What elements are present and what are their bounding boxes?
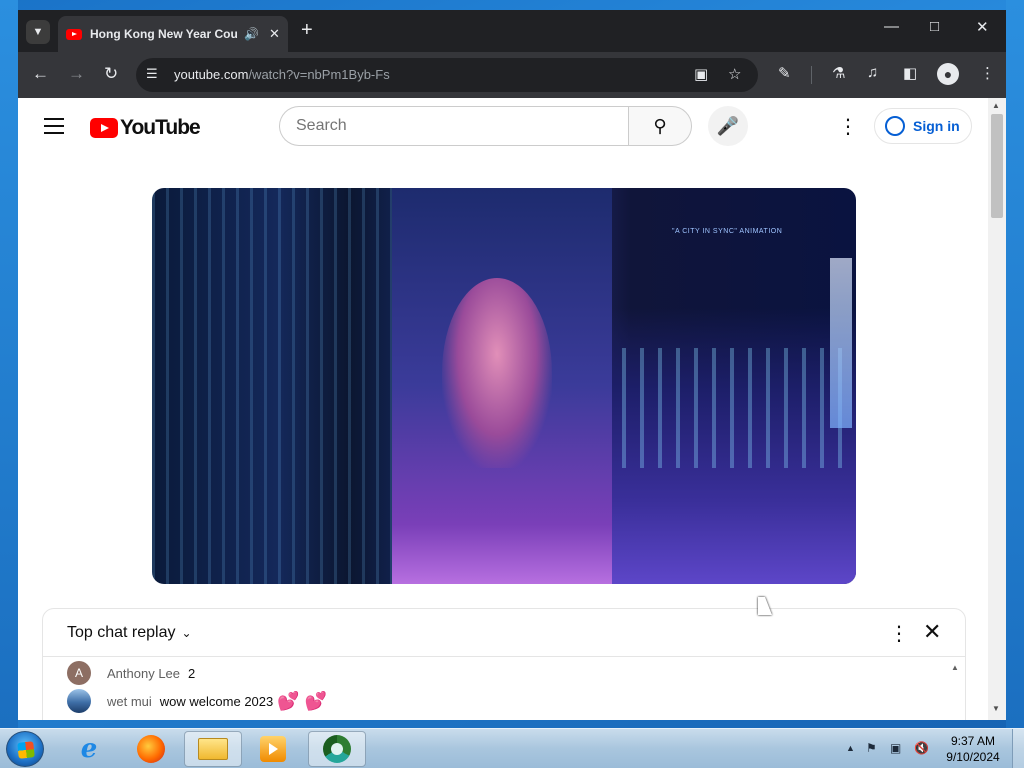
chat-author[interactable]: Anthony Lee [107, 666, 180, 681]
desktop-background-right [1006, 0, 1024, 728]
chat-avatar: A [67, 661, 91, 685]
bookmark-star-icon[interactable]: ☆ [728, 65, 741, 83]
clock-time: 9:37 AM [950, 734, 996, 748]
speaker-icon[interactable]: 🔊 [244, 27, 259, 41]
profile-avatar-icon[interactable]: ● [937, 63, 959, 85]
browser-window: ▼ Hong Kong New Year Coun 🔊 ✕ + — □ ✕ ← … [18, 10, 1006, 720]
file-explorer-icon[interactable] [184, 731, 242, 767]
window-close-icon[interactable]: ✕ [976, 18, 989, 36]
action-center-flag-icon[interactable]: ⚑ [866, 741, 877, 755]
video-frame-lights [622, 348, 852, 468]
video-frame-performer [442, 278, 552, 468]
chrome-taskbar-icon[interactable] [308, 731, 366, 767]
chat-close-icon[interactable]: ✕ [923, 619, 941, 645]
chat-avatar [67, 689, 91, 713]
minimize-icon[interactable]: — [884, 18, 899, 35]
youtube-favicon-icon [66, 28, 82, 40]
scroll-thumb[interactable] [991, 114, 1003, 218]
video-frame-buildings [152, 188, 392, 584]
video-player[interactable]: "A CITY IN SYNC" ANIMATION [152, 188, 856, 584]
chat-message: wet mui wow welcome 2023 💕 💕 [67, 689, 327, 713]
clock-date: 9/10/2024 [946, 750, 1000, 764]
desktop-background-left [0, 0, 18, 728]
tab-search-chevron-icon[interactable]: ▼ [26, 20, 50, 44]
chat-text: 2 [188, 665, 196, 681]
toolbar-separator [811, 66, 812, 84]
youtube-page: YouTube ⚲ 🎤 ⋮ Sign in "A CITY IN SYNC" A… [18, 98, 1006, 720]
search-box[interactable] [279, 106, 629, 146]
video-frame-tower [830, 258, 852, 428]
media-player-icon[interactable] [244, 731, 302, 767]
chat-mode-label: Top chat replay [67, 624, 176, 641]
live-chat-replay: Top chat replay ⌄ ⋮ ✕ ▲ A Anthony Lee 2 w… [42, 608, 966, 720]
search-button[interactable]: ⚲ [628, 106, 692, 146]
voice-search-button[interactable]: 🎤 [708, 106, 748, 146]
chat-text: wow welcome 2023 [159, 693, 274, 709]
cast-icon[interactable]: ▣ [694, 65, 708, 83]
account-circle-icon [885, 116, 905, 136]
scroll-up-arrow-icon[interactable]: ▲ [992, 101, 1000, 110]
firefox-icon[interactable] [122, 731, 180, 767]
youtube-logo-text: YouTube [120, 116, 201, 139]
tab-close-icon[interactable]: ✕ [269, 26, 280, 42]
address-bar[interactable]: ☰ youtube.com/watch?v=nbPm1Byb-Fs ▣ ☆ [136, 58, 758, 92]
windows-logo-icon [17, 741, 35, 759]
browser-toolbar: ← → ↻ ☰ youtube.com/watch?v=nbPm1Byb-Fs … [18, 52, 1006, 98]
volume-muted-icon[interactable]: 🔇 [914, 741, 929, 755]
new-tab-plus-icon[interactable]: + [301, 20, 313, 40]
chevron-down-icon: ⌄ [181, 626, 192, 640]
settings-more-icon[interactable]: ⋮ [838, 114, 858, 139]
forward-arrow-icon[interactable]: → [68, 64, 85, 84]
scroll-down-arrow-icon[interactable]: ▼ [992, 704, 1000, 713]
maximize-icon[interactable]: □ [930, 18, 939, 35]
chat-message: A Anthony Lee 2 [67, 661, 195, 685]
back-arrow-icon[interactable]: ← [32, 64, 49, 84]
chrome-menu-icon[interactable]: ⋮ [980, 64, 995, 82]
video-overlay-caption: "A CITY IN SYNC" ANIMATION [672, 228, 783, 235]
taskbar: e ▲ ⚑ ▣ 🔇 9:37 AM 9/10/2024 [0, 728, 1024, 768]
chat-mode-dropdown[interactable]: Top chat replay ⌄ [67, 624, 192, 642]
sign-in-button[interactable]: Sign in [874, 108, 972, 144]
site-info-icon[interactable]: ☰ [146, 66, 158, 82]
heart-emoji: 💕 💕 [277, 690, 328, 711]
internet-explorer-icon[interactable]: e [60, 731, 118, 767]
chat-scroll-up-icon[interactable]: ▲ [951, 663, 959, 672]
chat-header: Top chat replay ⌄ ⋮ ✕ [43, 609, 965, 657]
address-url[interactable]: youtube.com/watch?v=nbPm1Byb-Fs [174, 67, 390, 82]
youtube-logo-icon [90, 118, 118, 138]
youtube-logo[interactable]: YouTube [90, 116, 201, 140]
guide-menu-icon[interactable] [44, 118, 64, 139]
chat-author[interactable]: wet mui [107, 694, 152, 709]
tray-expand-icon[interactable]: ▲ [846, 743, 855, 753]
sign-in-label: Sign in [913, 118, 960, 134]
media-control-icon[interactable]: ♫ [867, 64, 878, 81]
page-scrollbar[interactable]: ▲ ▼ [988, 98, 1006, 720]
system-clock[interactable]: 9:37 AM 9/10/2024 [940, 733, 1006, 765]
network-icon[interactable]: ▣ [890, 741, 901, 755]
mouse-cursor-icon [758, 597, 772, 615]
show-desktop-button[interactable] [1012, 729, 1024, 768]
search-icon: ⚲ [653, 115, 667, 136]
start-button[interactable] [6, 731, 44, 767]
extensions-puzzle-icon[interactable]: ✎ [778, 64, 791, 82]
search-input[interactable] [296, 117, 616, 135]
reload-icon[interactable]: ↻ [104, 64, 118, 84]
active-tab[interactable]: Hong Kong New Year Coun 🔊 ✕ [58, 16, 288, 52]
labs-flask-icon[interactable]: ⚗ [832, 64, 845, 82]
microphone-icon: 🎤 [716, 115, 740, 136]
tab-strip: ▼ Hong Kong New Year Coun 🔊 ✕ + — □ ✕ [18, 10, 1006, 52]
side-panel-icon[interactable]: ◧ [903, 64, 917, 82]
tab-title: Hong Kong New Year Coun [90, 27, 238, 41]
chat-more-icon[interactable]: ⋮ [889, 621, 909, 646]
